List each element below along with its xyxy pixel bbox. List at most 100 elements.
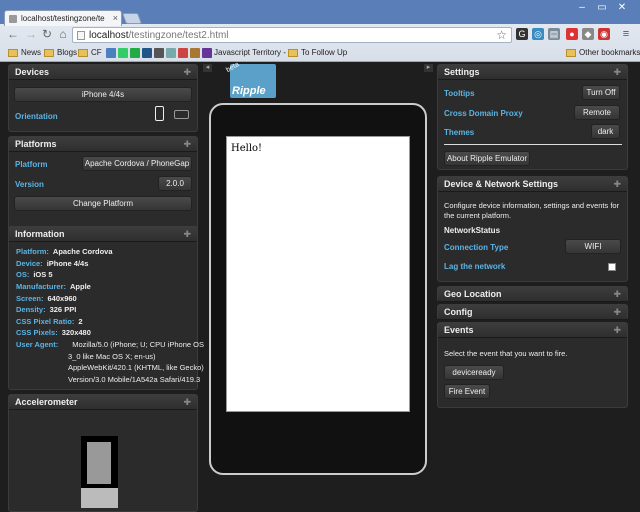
platform-select[interactable]: Apache Cordova / PhoneGap bbox=[82, 156, 192, 171]
reload-icon[interactable]: ↻ bbox=[40, 27, 54, 41]
collapse-left-icon[interactable]: ◂ bbox=[203, 64, 212, 72]
address-bar[interactable]: localhost/testingzone/test2.html ☆ bbox=[72, 27, 512, 43]
bookmark-star-icon[interactable]: ☆ bbox=[496, 28, 507, 42]
network-header[interactable]: Device & Network Settings ✚ bbox=[438, 177, 627, 192]
events-header[interactable]: Events ✚ bbox=[438, 323, 627, 338]
expand-icon[interactable]: ✚ bbox=[183, 67, 191, 78]
fire-event-button[interactable]: Fire Event bbox=[444, 384, 490, 399]
bookmark-folder-other[interactable]: Other bookmarks bbox=[566, 47, 640, 59]
expand-icon[interactable]: ✚ bbox=[613, 179, 621, 190]
url-host: localhost bbox=[89, 30, 129, 41]
bookmark-label: Javascript Territory - bbox=[214, 48, 286, 57]
settings-header[interactable]: Settings ✚ bbox=[438, 65, 627, 80]
bookmark-folder-news[interactable]: News bbox=[8, 47, 41, 59]
browser-tab[interactable]: localhost/testingzone/te × bbox=[4, 10, 122, 26]
info-key: OS: bbox=[16, 270, 30, 279]
lag-network-checkbox[interactable] bbox=[608, 263, 616, 271]
platform-label: Platform bbox=[15, 160, 48, 169]
extension-icon[interactable]: ◎ bbox=[532, 28, 544, 40]
back-icon[interactable]: ← bbox=[6, 27, 20, 41]
information-header[interactable]: Information ✚ bbox=[9, 227, 197, 242]
network-description-line: the current platform. bbox=[444, 211, 512, 220]
minimize-icon[interactable]: – bbox=[574, 2, 590, 13]
themes-select[interactable]: dark bbox=[591, 124, 620, 139]
proxy-label: Cross Domain Proxy bbox=[444, 109, 523, 118]
bookmark-folder-to-follow-up[interactable]: To Follow Up bbox=[288, 47, 347, 59]
accelerometer-header[interactable]: Accelerometer ✚ bbox=[9, 395, 197, 410]
portrait-icon[interactable] bbox=[155, 106, 164, 121]
home-icon[interactable]: ⌂ bbox=[56, 27, 70, 41]
bookmark-icons[interactable] bbox=[106, 47, 202, 59]
about-button[interactable]: About Ripple Emulator bbox=[444, 151, 530, 166]
forward-icon[interactable]: → bbox=[24, 27, 38, 41]
extension-icon[interactable]: ● bbox=[566, 28, 578, 40]
bookmarks-bar: News Blogs CF Javascript Territory - To … bbox=[0, 45, 640, 61]
bookmark-label: Other bookmarks bbox=[579, 48, 640, 57]
bookmark-folder-blogs[interactable]: Blogs bbox=[44, 47, 77, 59]
change-platform-button[interactable]: Change Platform bbox=[14, 196, 192, 211]
version-label: Version bbox=[15, 180, 44, 189]
panel-title: Devices bbox=[15, 67, 50, 77]
expand-icon[interactable]: ✚ bbox=[613, 289, 621, 300]
extension-icon[interactable]: ◉ bbox=[598, 28, 610, 40]
menu-icon[interactable]: ≡ bbox=[620, 28, 632, 40]
accelerometer-device-model[interactable] bbox=[81, 436, 118, 508]
expand-icon[interactable]: ✚ bbox=[183, 397, 191, 408]
panel-title: Information bbox=[15, 229, 65, 239]
info-value: iOS 5 bbox=[33, 270, 53, 279]
bookmark-site-icon bbox=[154, 47, 164, 58]
landscape-icon[interactable] bbox=[174, 110, 189, 119]
info-value: 326 PPI bbox=[49, 305, 77, 314]
extension-icon[interactable]: ◆ bbox=[582, 28, 594, 40]
collapse-right-icon[interactable]: ▸ bbox=[424, 64, 433, 72]
platforms-header[interactable]: Platforms ✚ bbox=[9, 137, 197, 152]
info-key: Density: bbox=[16, 305, 46, 314]
close-tab-icon[interactable]: × bbox=[113, 13, 118, 23]
divider bbox=[444, 144, 622, 145]
connection-type-select[interactable]: WIFI bbox=[565, 239, 621, 254]
expand-icon[interactable]: ✚ bbox=[613, 67, 621, 78]
expand-icon[interactable]: ✚ bbox=[613, 325, 621, 336]
bookmark-javascript-territory[interactable]: Javascript Territory - bbox=[202, 47, 286, 59]
expand-icon[interactable]: ✚ bbox=[613, 307, 621, 318]
close-window-icon[interactable]: ✕ bbox=[614, 2, 630, 13]
geo-location-panel: Geo Location ✚ bbox=[437, 286, 628, 302]
geo-location-header[interactable]: Geo Location ✚ bbox=[438, 287, 627, 302]
expand-icon[interactable]: ✚ bbox=[183, 139, 191, 150]
tooltips-label: Tooltips bbox=[444, 89, 475, 98]
new-tab-button[interactable] bbox=[121, 13, 143, 24]
device-screen[interactable]: Hello! bbox=[226, 136, 410, 412]
accelerometer-screen bbox=[87, 442, 111, 484]
panel-title: Events bbox=[444, 325, 474, 335]
panel-title: Settings bbox=[444, 67, 480, 77]
extension-icon[interactable]: G bbox=[516, 28, 528, 40]
expand-icon[interactable]: ✚ bbox=[183, 229, 191, 240]
information-panel: Information ✚ Platform: Apache Cordova Dev… bbox=[8, 226, 204, 390]
tooltips-toggle-button[interactable]: Turn Off bbox=[582, 85, 620, 100]
info-value: 2 bbox=[78, 317, 83, 326]
bookmark-label: Blogs bbox=[57, 48, 78, 57]
orientation-label: Orientation bbox=[15, 112, 58, 121]
tab-bar: localhost/testingzone/te × – ▭ ✕ bbox=[0, 0, 640, 26]
ripple-logo: beta Ripple bbox=[225, 61, 276, 98]
extension-icon[interactable]: ▤ bbox=[548, 28, 560, 40]
bookmark-site-icon bbox=[118, 47, 128, 58]
bookmark-site-icon bbox=[142, 47, 152, 58]
version-select[interactable]: 2.0.0 bbox=[158, 176, 192, 191]
device-select[interactable]: iPhone 4/4s bbox=[14, 87, 192, 102]
folder-icon bbox=[288, 48, 298, 57]
devices-header[interactable]: Devices ✚ bbox=[9, 65, 197, 80]
tab-title: localhost/testingzone/te bbox=[21, 14, 105, 23]
bookmark-label: To Follow Up bbox=[301, 48, 348, 57]
info-row: CSS Pixel Ratio: 2 bbox=[16, 317, 83, 326]
panel-title: Geo Location bbox=[444, 289, 502, 299]
page-icon bbox=[77, 31, 85, 40]
bookmark-folder-cf[interactable]: CF bbox=[78, 47, 102, 59]
maximize-icon[interactable]: ▭ bbox=[594, 2, 610, 13]
network-panel: Device & Network Settings ✚ Configure dev… bbox=[437, 176, 628, 282]
info-row: OS: iOS 5 bbox=[16, 270, 53, 279]
proxy-select[interactable]: Remote bbox=[574, 105, 620, 120]
config-header[interactable]: Config ✚ bbox=[438, 305, 627, 320]
event-select[interactable]: deviceready bbox=[444, 365, 504, 380]
logo-text: Ripple bbox=[232, 85, 266, 97]
